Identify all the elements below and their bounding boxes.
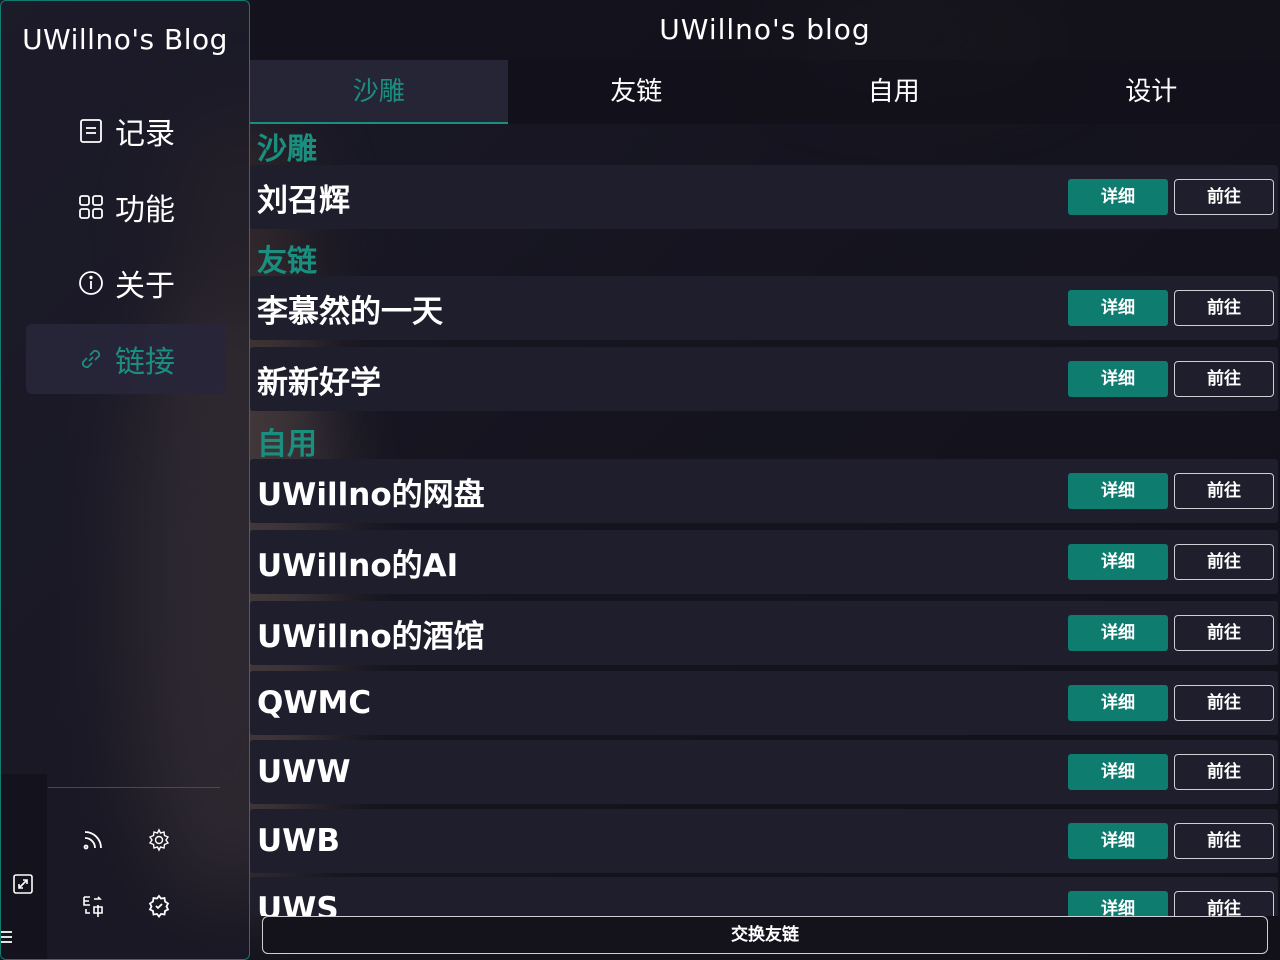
link-name: UWS: [257, 891, 339, 916]
link-name: UWillno的网盘: [257, 476, 485, 513]
sidebar-brand: UWillno's Blog: [22, 23, 228, 56]
list-item: UWW 详细 前往: [250, 740, 1278, 804]
document-icon: [77, 117, 105, 145]
list-item: UWillno的AI 详细 前往: [250, 530, 1278, 594]
sidebar-item-about[interactable]: 关于: [26, 248, 226, 318]
section-title: 自用: [257, 427, 317, 462]
detail-button[interactable]: 详细: [1068, 754, 1168, 790]
section-title: 沙雕: [257, 132, 317, 167]
link-list: 沙雕 刘召辉 详细 前往 友链 李慕然的一天 详细 前往 新新好学 详细 前往 …: [250, 124, 1280, 916]
sidebar-item-records[interactable]: 记录: [26, 96, 226, 166]
sidebar-item-label: 功能: [115, 193, 175, 228]
list-item: UWillno的网盘 详细 前往: [250, 459, 1278, 523]
page-title: UWillno's blog: [250, 0, 1280, 60]
go-button[interactable]: 前往: [1174, 544, 1274, 580]
list-item: 新新好学 详细 前往: [250, 347, 1278, 411]
link-name: 李慕然的一天: [257, 293, 443, 330]
link-name: UWillno的AI: [257, 547, 459, 584]
list-item: UWS 详细 前往: [250, 877, 1278, 916]
detail-button[interactable]: 详细: [1068, 361, 1168, 397]
sidebar-item-label: 关于: [115, 269, 175, 304]
sidebar-item-label: 链接: [115, 345, 175, 380]
page: UWillno's Blog 记录 功能 关于 链接 UWillno's blo…: [0, 0, 1280, 960]
tab-friend-links[interactable]: 友链: [508, 60, 766, 124]
settings-badge-icon[interactable]: [141, 888, 177, 924]
tab-shadiao[interactable]: 沙雕: [250, 60, 508, 124]
link-icon: [77, 345, 105, 373]
detail-button[interactable]: 详细: [1068, 823, 1168, 859]
list-item: UWillno的酒馆 详细 前往: [250, 601, 1278, 665]
go-button[interactable]: 前往: [1174, 891, 1274, 916]
detail-button[interactable]: 详细: [1068, 685, 1168, 721]
go-button[interactable]: 前往: [1174, 823, 1274, 859]
grid-icon: [77, 193, 105, 221]
list-item: UWB 详细 前往: [250, 809, 1278, 873]
sidebar-item-links[interactable]: 链接: [26, 324, 226, 394]
link-name: QWMC: [257, 685, 372, 721]
sidebar-item-features[interactable]: 功能: [26, 172, 226, 242]
sidebar-item-label: 记录: [115, 117, 175, 152]
sidebar-divider: [48, 787, 220, 788]
detail-button[interactable]: 详细: [1068, 544, 1168, 580]
go-button[interactable]: 前往: [1174, 754, 1274, 790]
link-name: UWW: [257, 754, 351, 790]
list-item: 刘召辉 详细 前往: [250, 165, 1278, 229]
tab-personal[interactable]: 自用: [765, 60, 1023, 124]
translate-icon[interactable]: [75, 888, 111, 924]
go-button[interactable]: 前往: [1174, 290, 1274, 326]
list-item: 李慕然的一天 详细 前往: [250, 276, 1278, 340]
list-item: QWMC 详细 前往: [250, 671, 1278, 735]
go-button[interactable]: 前往: [1174, 685, 1274, 721]
sidebar: UWillno's Blog 记录 功能 关于 链接: [0, 0, 250, 960]
detail-button[interactable]: 详细: [1068, 615, 1168, 651]
link-name: 刘召辉: [257, 182, 350, 219]
link-name: UWillno的酒馆: [257, 618, 485, 655]
info-icon: [77, 269, 105, 297]
detail-button[interactable]: 详细: [1068, 179, 1168, 215]
go-button[interactable]: 前往: [1174, 615, 1274, 651]
rss-icon[interactable]: [75, 822, 111, 858]
settings-icon[interactable]: [141, 822, 177, 858]
tab-design[interactable]: 设计: [1023, 60, 1280, 124]
go-button[interactable]: 前往: [1174, 361, 1274, 397]
section-title: 友链: [257, 244, 317, 279]
go-button[interactable]: 前往: [1174, 179, 1274, 215]
go-button[interactable]: 前往: [1174, 473, 1274, 509]
exchange-links-button[interactable]: 交换友链: [262, 916, 1268, 954]
tab-bar: 沙雕 友链 自用 设计: [250, 60, 1280, 124]
detail-button[interactable]: 详细: [1068, 891, 1168, 916]
detail-button[interactable]: 详细: [1068, 473, 1168, 509]
link-name: 新新好学: [257, 364, 381, 401]
expand-icon[interactable]: [5, 866, 41, 902]
link-name: UWB: [257, 823, 340, 859]
menu-icon[interactable]: [1, 919, 23, 955]
detail-button[interactable]: 详细: [1068, 290, 1168, 326]
